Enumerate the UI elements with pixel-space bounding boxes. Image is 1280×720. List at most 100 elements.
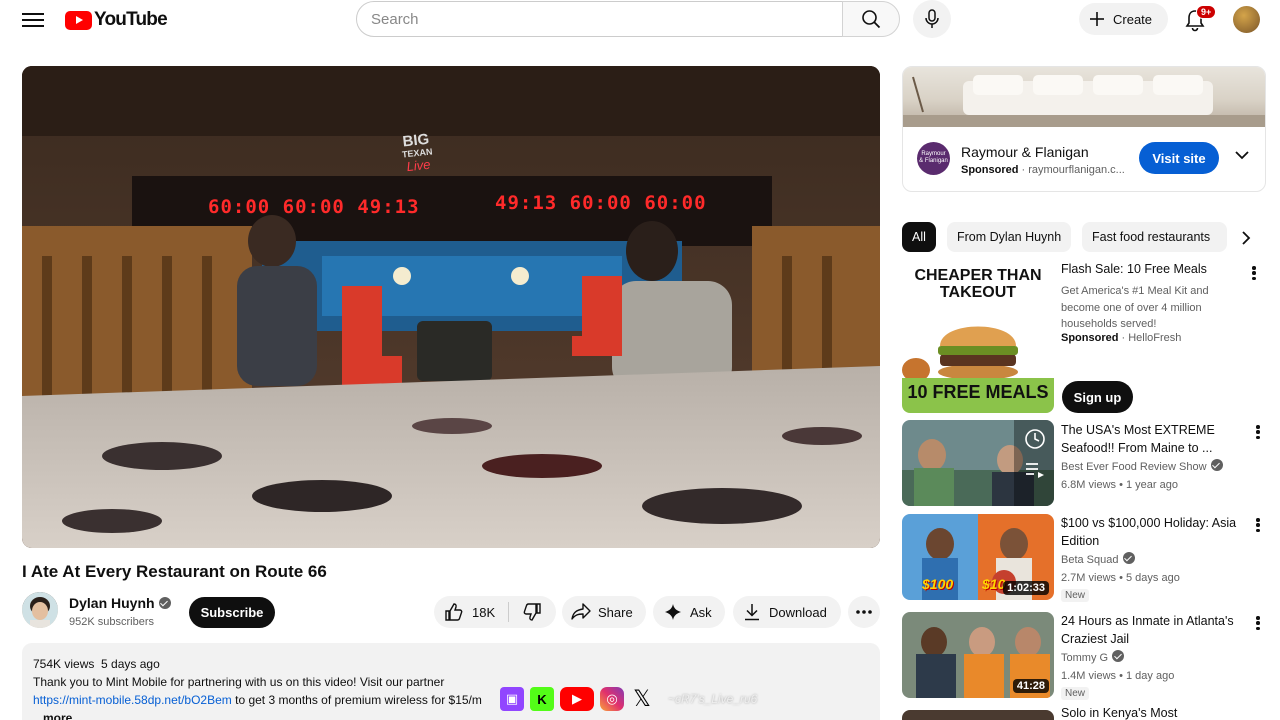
verified-icon [1112,650,1125,662]
promo-headline-1: CHEAPER THAN [914,267,1042,284]
download-icon [745,604,759,621]
video-stats: 1.4M views • 1 day ago [1061,670,1175,682]
timer: 60:00 [644,192,707,214]
video-thumbnail[interactable]: $100 $10 1:02:33 [902,514,1054,600]
promo-headline-2: TAKEOUT [939,284,1017,301]
stream-overlay-socials: ▣ K ▶ ◎ 𝕏 ~cR7's_Live_ru6 [500,686,790,712]
chevron-right-icon[interactable] [1234,226,1258,250]
ad-banner-image [903,67,1265,127]
download-label: Download [769,604,827,620]
account-avatar[interactable] [1233,6,1260,33]
more-actions-button[interactable] [848,596,880,628]
video-channel[interactable]: Tommy G [1061,649,1125,667]
share-button[interactable]: Share [562,596,646,628]
like-button[interactable]: 18K [434,596,508,628]
advertiser-name: HelloFresh [1128,332,1182,344]
thumbs-down-icon [523,603,541,621]
sign-up-button[interactable]: Sign up [1062,381,1133,413]
upload-age: 1 year ago [1126,479,1178,491]
video-channel[interactable]: Best Ever Food Review Show [1061,458,1223,476]
thumbs-up-icon [445,603,463,621]
search-icon [862,10,881,29]
advertiser-logo: Raymour & Flanigan [917,142,950,175]
sponsored-label: Sponsored [961,164,1019,176]
more-vertical-icon[interactable] [1256,423,1262,441]
promo-footer-banner: 10 FREE MEALS [902,378,1054,413]
dislike-button[interactable] [509,602,555,622]
video-player[interactable]: BIG TEXAN Live 60:00 60:00 49:13 49:13 6… [22,66,880,548]
voice-search-button[interactable] [913,0,951,38]
timer: 60:00 [569,192,632,214]
sponsored-ad-card[interactable]: Raymour & Flanigan Raymour & Flanigan Sp… [902,66,1266,192]
share-icon [571,603,591,620]
countdown-timers-left: 60:00 60:00 49:13 [208,196,420,218]
chip-fast-food[interactable]: Fast food restaurants [1082,222,1227,252]
menu-icon[interactable] [22,10,44,30]
advertiser-name: Raymour & Flanigan [961,144,1089,160]
youtube-logo[interactable]: YouTube [65,9,168,31]
download-button[interactable]: Download [733,596,841,628]
promo-title[interactable]: Flash Sale: 10 Free Meals [1061,262,1207,276]
more-vertical-icon[interactable] [1256,516,1262,534]
video-stats: 2.7M views • 5 days ago [1061,572,1180,584]
sponsor-link[interactable]: https://mint-mobile.58dp.net/bO2Bem [33,693,232,707]
description-meta: 754K views 5 days ago [33,655,869,673]
advertiser-logo-line-2: & Flanigan [919,158,948,164]
visit-site-button[interactable]: Visit site [1139,142,1219,174]
upload-age: 5 days ago [1126,572,1180,584]
chevron-down-icon[interactable] [1235,151,1249,160]
like-count: 18K [472,604,496,620]
streamer-handle: ~cR7's_Live_ru6 [668,692,758,706]
video-title: I Ate At Every Restaurant on Route 66 [22,562,327,581]
promo-thumbnail[interactable]: CHEAPER THAN TAKEOUT 10 FREE MEALS [902,262,1054,413]
channel-avatar-image [22,592,58,628]
timer: 60:00 [208,196,271,218]
video-title[interactable]: The USA's Most EXTREME Seafood!! From Ma… [1061,421,1241,457]
video-title-text: Solo in Kenya's Most Dangerous [1061,708,1178,720]
subscriber-count: 952K subscribers [69,616,154,628]
create-button[interactable]: Create [1079,3,1168,35]
view-count: 1.4M views [1061,670,1117,682]
countdown-timers-right: 49:13 60:00 60:00 [495,192,707,214]
timer: 49:13 [495,192,558,214]
video-title[interactable]: Solo in Kenya's Most Dangerous [1061,708,1241,720]
channel-name: Beta Squad [1061,554,1119,566]
microphone-icon [925,9,939,28]
chip-all[interactable]: All [902,222,936,252]
subscribe-button[interactable]: Subscribe [189,597,275,628]
plus-icon [1090,12,1104,26]
chip-from-channel[interactable]: From Dylan Huynh [947,222,1072,252]
more-vertical-icon[interactable] [1252,264,1258,282]
twitch-icon: ▣ [500,687,524,711]
video-stats: 6.8M views • 1 year ago [1061,479,1178,491]
video-duration: 41:28 [1012,679,1049,693]
channel-name: Tommy G [1061,652,1109,664]
description-line-2-rest: to get 3 months of premium wireless for … [231,693,482,707]
search-input[interactable]: Search [356,1,843,37]
video-thumbnail[interactable]: 41:28 [902,612,1054,698]
x-icon: 𝕏 [633,686,651,711]
more-vertical-icon[interactable] [1256,614,1262,632]
new-badge: New [1061,589,1090,602]
channel-name-text: Dylan Huynh [69,595,155,611]
verified-icon [158,597,171,609]
sponsored-label: Sponsored [1061,332,1119,344]
video-thumbnail[interactable] [902,710,1054,720]
search-button[interactable] [842,1,900,37]
create-label: Create [1113,11,1153,27]
timer: 60:00 [282,196,345,218]
clock-icon[interactable] [1024,428,1046,450]
channel-name[interactable]: Dylan Huynh [69,595,171,611]
channel-avatar[interactable] [22,592,58,628]
search-placeholder: Search [371,10,419,28]
video-channel[interactable]: Beta Squad [1061,551,1135,569]
queue-icon[interactable] [1025,462,1045,478]
ask-button[interactable]: Ask [653,596,725,628]
sign-live: Live [405,156,432,175]
video-title[interactable]: $100 vs $100,000 Holiday: Asia Edition [1061,514,1241,550]
verified-icon [1210,459,1223,471]
thumb-tag-100000: $10 [982,576,1006,592]
video-title[interactable]: 24 Hours as Inmate in Atlanta's Craziest… [1061,612,1241,648]
promo-description: Get America's #1 Meal Kit and become one… [1061,285,1209,330]
video-thumbnail[interactable] [902,420,1054,506]
